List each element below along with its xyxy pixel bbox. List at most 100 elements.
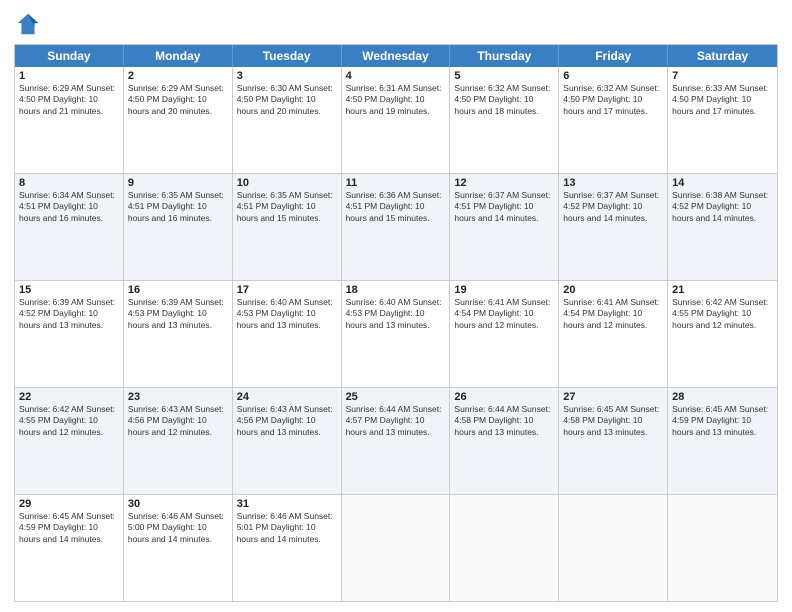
day-number: 17 <box>237 284 337 296</box>
day-info: Sunrise: 6:45 AM Sunset: 4:58 PM Dayligh… <box>563 404 663 438</box>
day-info: Sunrise: 6:42 AM Sunset: 4:55 PM Dayligh… <box>19 404 119 438</box>
empty-cell <box>450 495 559 601</box>
day-info: Sunrise: 6:40 AM Sunset: 4:53 PM Dayligh… <box>346 297 446 331</box>
day-cell-9: 9Sunrise: 6:35 AM Sunset: 4:51 PM Daylig… <box>124 174 233 280</box>
day-cell-8: 8Sunrise: 6:34 AM Sunset: 4:51 PM Daylig… <box>15 174 124 280</box>
day-number: 3 <box>237 70 337 82</box>
day-cell-16: 16Sunrise: 6:39 AM Sunset: 4:53 PM Dayli… <box>124 281 233 387</box>
calendar-row-4: 29Sunrise: 6:45 AM Sunset: 4:59 PM Dayli… <box>15 495 777 601</box>
day-number: 9 <box>128 177 228 189</box>
day-number: 16 <box>128 284 228 296</box>
day-info: Sunrise: 6:33 AM Sunset: 4:50 PM Dayligh… <box>672 83 773 117</box>
day-cell-17: 17Sunrise: 6:40 AM Sunset: 4:53 PM Dayli… <box>233 281 342 387</box>
day-number: 31 <box>237 498 337 510</box>
day-info: Sunrise: 6:37 AM Sunset: 4:52 PM Dayligh… <box>563 190 663 224</box>
day-cell-22: 22Sunrise: 6:42 AM Sunset: 4:55 PM Dayli… <box>15 388 124 494</box>
header-day-saturday: Saturday <box>668 45 777 67</box>
logo <box>14 10 46 38</box>
calendar-body: 1Sunrise: 6:29 AM Sunset: 4:50 PM Daylig… <box>15 67 777 601</box>
day-cell-26: 26Sunrise: 6:44 AM Sunset: 4:58 PM Dayli… <box>450 388 559 494</box>
header-day-monday: Monday <box>124 45 233 67</box>
day-cell-11: 11Sunrise: 6:36 AM Sunset: 4:51 PM Dayli… <box>342 174 451 280</box>
header-day-tuesday: Tuesday <box>233 45 342 67</box>
day-number: 4 <box>346 70 446 82</box>
calendar-row-3: 22Sunrise: 6:42 AM Sunset: 4:55 PM Dayli… <box>15 388 777 495</box>
day-cell-6: 6Sunrise: 6:32 AM Sunset: 4:50 PM Daylig… <box>559 67 668 173</box>
day-info: Sunrise: 6:37 AM Sunset: 4:51 PM Dayligh… <box>454 190 554 224</box>
day-info: Sunrise: 6:43 AM Sunset: 4:56 PM Dayligh… <box>128 404 228 438</box>
day-cell-13: 13Sunrise: 6:37 AM Sunset: 4:52 PM Dayli… <box>559 174 668 280</box>
day-info: Sunrise: 6:44 AM Sunset: 4:57 PM Dayligh… <box>346 404 446 438</box>
day-info: Sunrise: 6:43 AM Sunset: 4:56 PM Dayligh… <box>237 404 337 438</box>
calendar: SundayMondayTuesdayWednesdayThursdayFrid… <box>14 44 778 602</box>
day-info: Sunrise: 6:45 AM Sunset: 4:59 PM Dayligh… <box>672 404 773 438</box>
day-info: Sunrise: 6:41 AM Sunset: 4:54 PM Dayligh… <box>563 297 663 331</box>
day-info: Sunrise: 6:38 AM Sunset: 4:52 PM Dayligh… <box>672 190 773 224</box>
day-info: Sunrise: 6:35 AM Sunset: 4:51 PM Dayligh… <box>237 190 337 224</box>
day-number: 20 <box>563 284 663 296</box>
header-day-thursday: Thursday <box>450 45 559 67</box>
day-number: 10 <box>237 177 337 189</box>
logo-icon <box>14 10 42 38</box>
day-info: Sunrise: 6:41 AM Sunset: 4:54 PM Dayligh… <box>454 297 554 331</box>
day-cell-2: 2Sunrise: 6:29 AM Sunset: 4:50 PM Daylig… <box>124 67 233 173</box>
day-cell-7: 7Sunrise: 6:33 AM Sunset: 4:50 PM Daylig… <box>668 67 777 173</box>
day-cell-1: 1Sunrise: 6:29 AM Sunset: 4:50 PM Daylig… <box>15 67 124 173</box>
day-number: 2 <box>128 70 228 82</box>
calendar-row-2: 15Sunrise: 6:39 AM Sunset: 4:52 PM Dayli… <box>15 281 777 388</box>
header-day-sunday: Sunday <box>15 45 124 67</box>
day-info: Sunrise: 6:46 AM Sunset: 5:00 PM Dayligh… <box>128 511 228 545</box>
day-cell-18: 18Sunrise: 6:40 AM Sunset: 4:53 PM Dayli… <box>342 281 451 387</box>
calendar-row-0: 1Sunrise: 6:29 AM Sunset: 4:50 PM Daylig… <box>15 67 777 174</box>
day-number: 7 <box>672 70 773 82</box>
day-cell-23: 23Sunrise: 6:43 AM Sunset: 4:56 PM Dayli… <box>124 388 233 494</box>
day-info: Sunrise: 6:42 AM Sunset: 4:55 PM Dayligh… <box>672 297 773 331</box>
day-cell-25: 25Sunrise: 6:44 AM Sunset: 4:57 PM Dayli… <box>342 388 451 494</box>
day-cell-19: 19Sunrise: 6:41 AM Sunset: 4:54 PM Dayli… <box>450 281 559 387</box>
day-number: 22 <box>19 391 119 403</box>
day-info: Sunrise: 6:44 AM Sunset: 4:58 PM Dayligh… <box>454 404 554 438</box>
day-info: Sunrise: 6:46 AM Sunset: 5:01 PM Dayligh… <box>237 511 337 545</box>
day-info: Sunrise: 6:45 AM Sunset: 4:59 PM Dayligh… <box>19 511 119 545</box>
day-number: 30 <box>128 498 228 510</box>
empty-cell <box>342 495 451 601</box>
calendar-row-1: 8Sunrise: 6:34 AM Sunset: 4:51 PM Daylig… <box>15 174 777 281</box>
day-info: Sunrise: 6:39 AM Sunset: 4:53 PM Dayligh… <box>128 297 228 331</box>
day-cell-12: 12Sunrise: 6:37 AM Sunset: 4:51 PM Dayli… <box>450 174 559 280</box>
day-number: 13 <box>563 177 663 189</box>
empty-cell <box>559 495 668 601</box>
day-cell-5: 5Sunrise: 6:32 AM Sunset: 4:50 PM Daylig… <box>450 67 559 173</box>
day-info: Sunrise: 6:34 AM Sunset: 4:51 PM Dayligh… <box>19 190 119 224</box>
day-number: 29 <box>19 498 119 510</box>
day-cell-27: 27Sunrise: 6:45 AM Sunset: 4:58 PM Dayli… <box>559 388 668 494</box>
day-cell-3: 3Sunrise: 6:30 AM Sunset: 4:50 PM Daylig… <box>233 67 342 173</box>
day-number: 26 <box>454 391 554 403</box>
day-cell-24: 24Sunrise: 6:43 AM Sunset: 4:56 PM Dayli… <box>233 388 342 494</box>
day-cell-29: 29Sunrise: 6:45 AM Sunset: 4:59 PM Dayli… <box>15 495 124 601</box>
page: SundayMondayTuesdayWednesdayThursdayFrid… <box>0 0 792 612</box>
day-number: 11 <box>346 177 446 189</box>
day-number: 5 <box>454 70 554 82</box>
day-number: 24 <box>237 391 337 403</box>
day-cell-21: 21Sunrise: 6:42 AM Sunset: 4:55 PM Dayli… <box>668 281 777 387</box>
day-number: 15 <box>19 284 119 296</box>
day-info: Sunrise: 6:30 AM Sunset: 4:50 PM Dayligh… <box>237 83 337 117</box>
day-info: Sunrise: 6:36 AM Sunset: 4:51 PM Dayligh… <box>346 190 446 224</box>
day-cell-20: 20Sunrise: 6:41 AM Sunset: 4:54 PM Dayli… <box>559 281 668 387</box>
day-number: 27 <box>563 391 663 403</box>
header-day-friday: Friday <box>559 45 668 67</box>
day-number: 12 <box>454 177 554 189</box>
day-cell-4: 4Sunrise: 6:31 AM Sunset: 4:50 PM Daylig… <box>342 67 451 173</box>
day-info: Sunrise: 6:29 AM Sunset: 4:50 PM Dayligh… <box>128 83 228 117</box>
day-cell-14: 14Sunrise: 6:38 AM Sunset: 4:52 PM Dayli… <box>668 174 777 280</box>
header <box>14 10 778 38</box>
day-number: 21 <box>672 284 773 296</box>
empty-cell <box>668 495 777 601</box>
day-info: Sunrise: 6:32 AM Sunset: 4:50 PM Dayligh… <box>454 83 554 117</box>
calendar-header-row: SundayMondayTuesdayWednesdayThursdayFrid… <box>15 45 777 67</box>
day-info: Sunrise: 6:31 AM Sunset: 4:50 PM Dayligh… <box>346 83 446 117</box>
day-cell-10: 10Sunrise: 6:35 AM Sunset: 4:51 PM Dayli… <box>233 174 342 280</box>
day-number: 14 <box>672 177 773 189</box>
day-cell-15: 15Sunrise: 6:39 AM Sunset: 4:52 PM Dayli… <box>15 281 124 387</box>
day-info: Sunrise: 6:39 AM Sunset: 4:52 PM Dayligh… <box>19 297 119 331</box>
